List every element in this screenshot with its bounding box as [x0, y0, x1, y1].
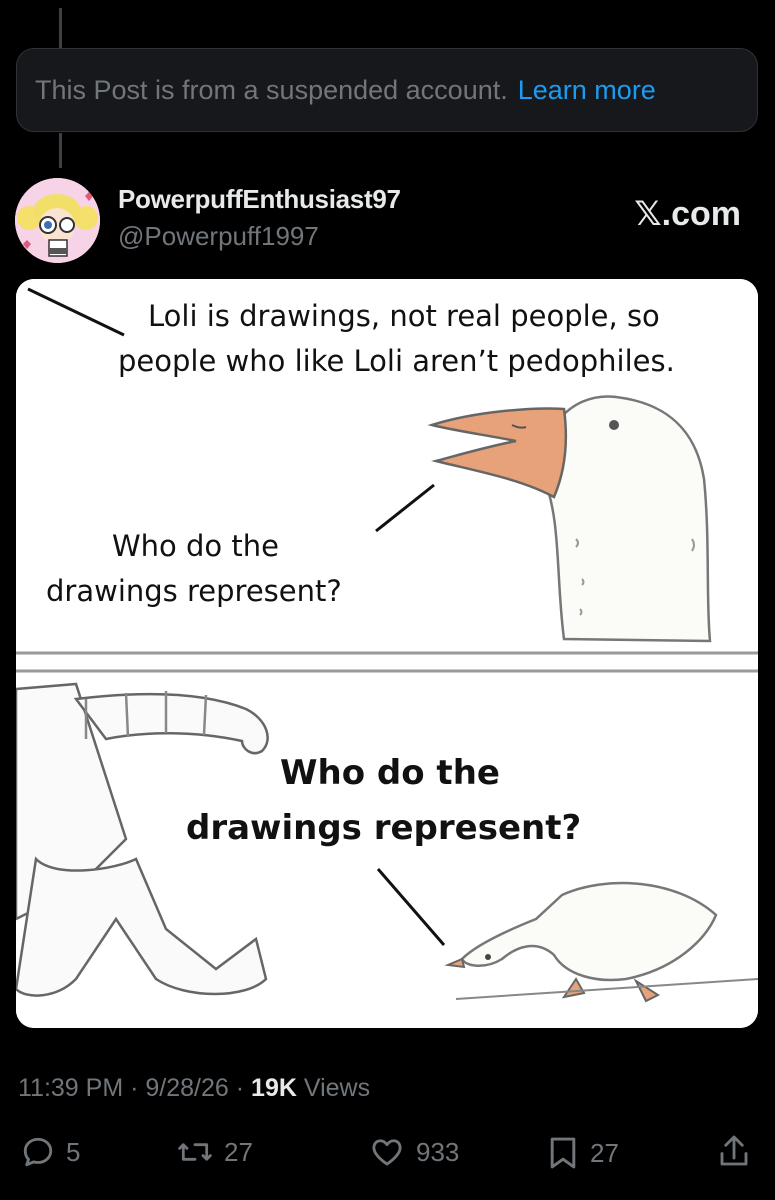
repost-icon — [178, 1143, 212, 1161]
avatar[interactable] — [15, 178, 100, 263]
bottom-question-line2: drawings represent? — [186, 808, 581, 848]
like-button[interactable]: 933 — [368, 1134, 459, 1170]
reply-icon — [23, 1137, 53, 1167]
share-button[interactable] — [716, 1132, 752, 1172]
repost-count: 27 — [224, 1136, 253, 1167]
x-com-watermark: 𝕏.com — [634, 195, 741, 233]
share-icon — [720, 1135, 748, 1166]
goose-question-line2: drawings represent? — [46, 574, 342, 608]
post-timestamp-views: 11:39 PM · 9/28/26 · 19K Views — [18, 1074, 370, 1103]
goose-question-line1: Who do the — [112, 529, 279, 563]
reply-count: 5 — [66, 1136, 81, 1167]
views-label: Views — [303, 1074, 371, 1102]
author-handle[interactable]: @Powerpuff1997 — [118, 221, 401, 252]
views-count: 19K — [251, 1074, 297, 1102]
repost-button[interactable]: 27 — [176, 1134, 253, 1170]
post-author: PowerpuffEnthusiast97 @Powerpuff1997 — [118, 184, 401, 252]
notice-text: This Post is from a suspended account. — [35, 74, 508, 105]
thread-line-top — [59, 8, 62, 48]
thread-line-middle — [59, 133, 62, 168]
learn-more-link[interactable]: Learn more — [518, 75, 656, 106]
bookmark-icon — [550, 1137, 576, 1169]
bottom-question-line1: Who do the — [280, 753, 500, 793]
heart-icon — [372, 1139, 402, 1166]
post-media-image[interactable]: Loli is drawings, not real people, so pe… — [16, 279, 758, 1028]
reply-button[interactable]: 5 — [20, 1134, 80, 1170]
post-date[interactable]: 9/28/26 — [145, 1074, 228, 1102]
meme-image: Loli is drawings, not real people, so pe… — [16, 279, 758, 1028]
meta-separator: · — [130, 1074, 139, 1102]
meta-separator: · — [235, 1074, 245, 1102]
author-name[interactable]: PowerpuffEnthusiast97 — [118, 184, 401, 215]
top-caption-line1: Loli is drawings, not real people, so — [148, 299, 660, 333]
suspended-account-notice: This Post is from a suspended account. L… — [16, 48, 758, 132]
avatar-image — [15, 178, 100, 263]
like-count: 933 — [416, 1136, 460, 1167]
post-time[interactable]: 11:39 PM — [18, 1074, 123, 1102]
post-action-bar: 5 27 933 27 — [0, 1128, 775, 1178]
top-caption-line2: people who like Loli aren’t pedophiles. — [118, 344, 675, 378]
bookmark-count: 27 — [590, 1137, 619, 1168]
bookmark-button[interactable]: 27 — [546, 1134, 619, 1172]
